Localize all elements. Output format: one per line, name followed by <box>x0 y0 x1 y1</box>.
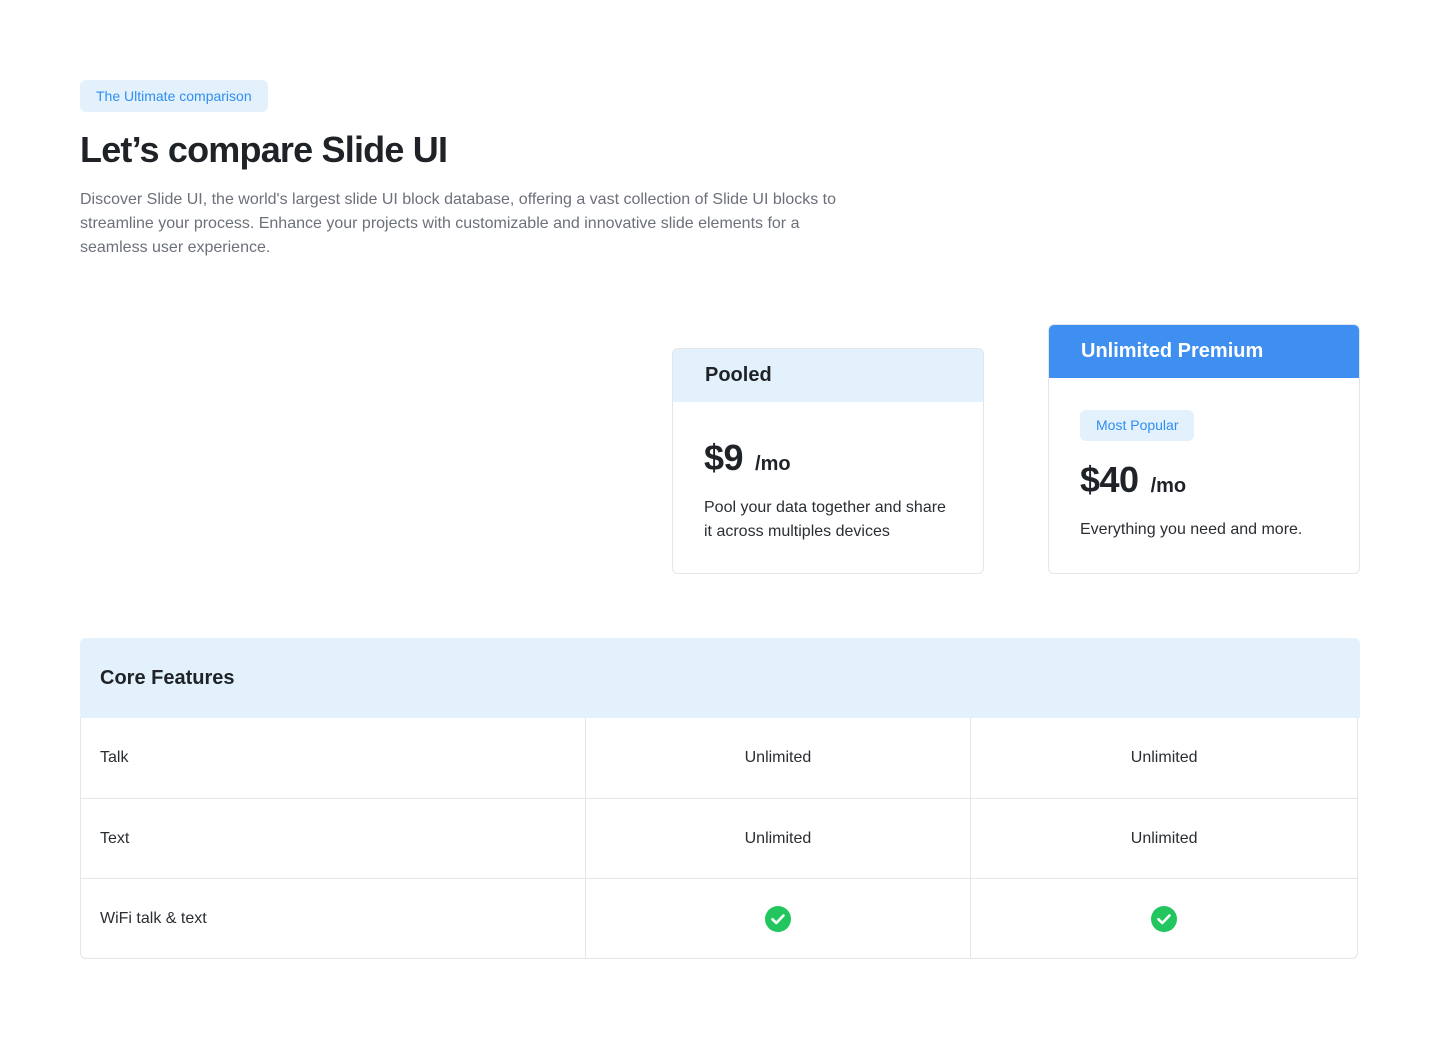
plan-card-pooled[interactable]: Pooled $9 /mo Pool your data together an… <box>672 348 984 574</box>
features-table-section: Core Features Talk Unlimited Unlimited T… <box>80 638 1360 959</box>
feature-name: WiFi talk & text <box>81 879 586 958</box>
pooled-value: Unlimited <box>586 799 972 878</box>
plan-description: Everything you need and more. <box>1080 521 1303 538</box>
pooled-value: Unlimited <box>586 718 972 798</box>
eyebrow-badge: The Ultimate comparison <box>80 80 268 112</box>
plan-price: $9 <box>704 437 744 478</box>
check-circle-icon <box>1151 905 1178 932</box>
plan-name: Unlimited Premium <box>1049 325 1359 378</box>
premium-value: Unlimited <box>1130 829 1198 847</box>
feature-table: Talk Unlimited Unlimited Text Unlimited … <box>80 718 1358 959</box>
plan-description: Pool your data together and share it acr… <box>704 499 946 540</box>
plan-period: /mo <box>1150 475 1187 497</box>
feature-name: Text <box>81 799 586 878</box>
plan-name: Pooled <box>673 349 983 402</box>
intro-text: Discover Slide UI, the world's largest s… <box>80 191 837 256</box>
page-title: Let’s compare Slide UI <box>80 129 448 170</box>
plan-price: $40 <box>1080 459 1139 500</box>
plan-period: /mo <box>755 453 791 475</box>
price-row: $40 /mo <box>1080 458 1328 502</box>
check-circle-icon <box>764 905 791 932</box>
premium-value <box>971 879 1357 958</box>
premium-value: Unlimited <box>1130 749 1198 766</box>
most-popular-badge: Most Popular <box>1080 410 1195 441</box>
pooled-value <box>586 879 972 958</box>
plan-card-premium[interactable]: Unlimited Premium Most Popular $40 /mo E… <box>1048 324 1360 574</box>
features-title: Core Features <box>80 638 1360 718</box>
price-row: $9 /mo <box>704 436 952 480</box>
table-row: Talk Unlimited Unlimited <box>81 718 1357 798</box>
feature-name: Talk <box>81 718 586 798</box>
table-row: Text Unlimited Unlimited <box>81 798 1357 878</box>
table-row: WiFi talk & text <box>81 878 1357 958</box>
